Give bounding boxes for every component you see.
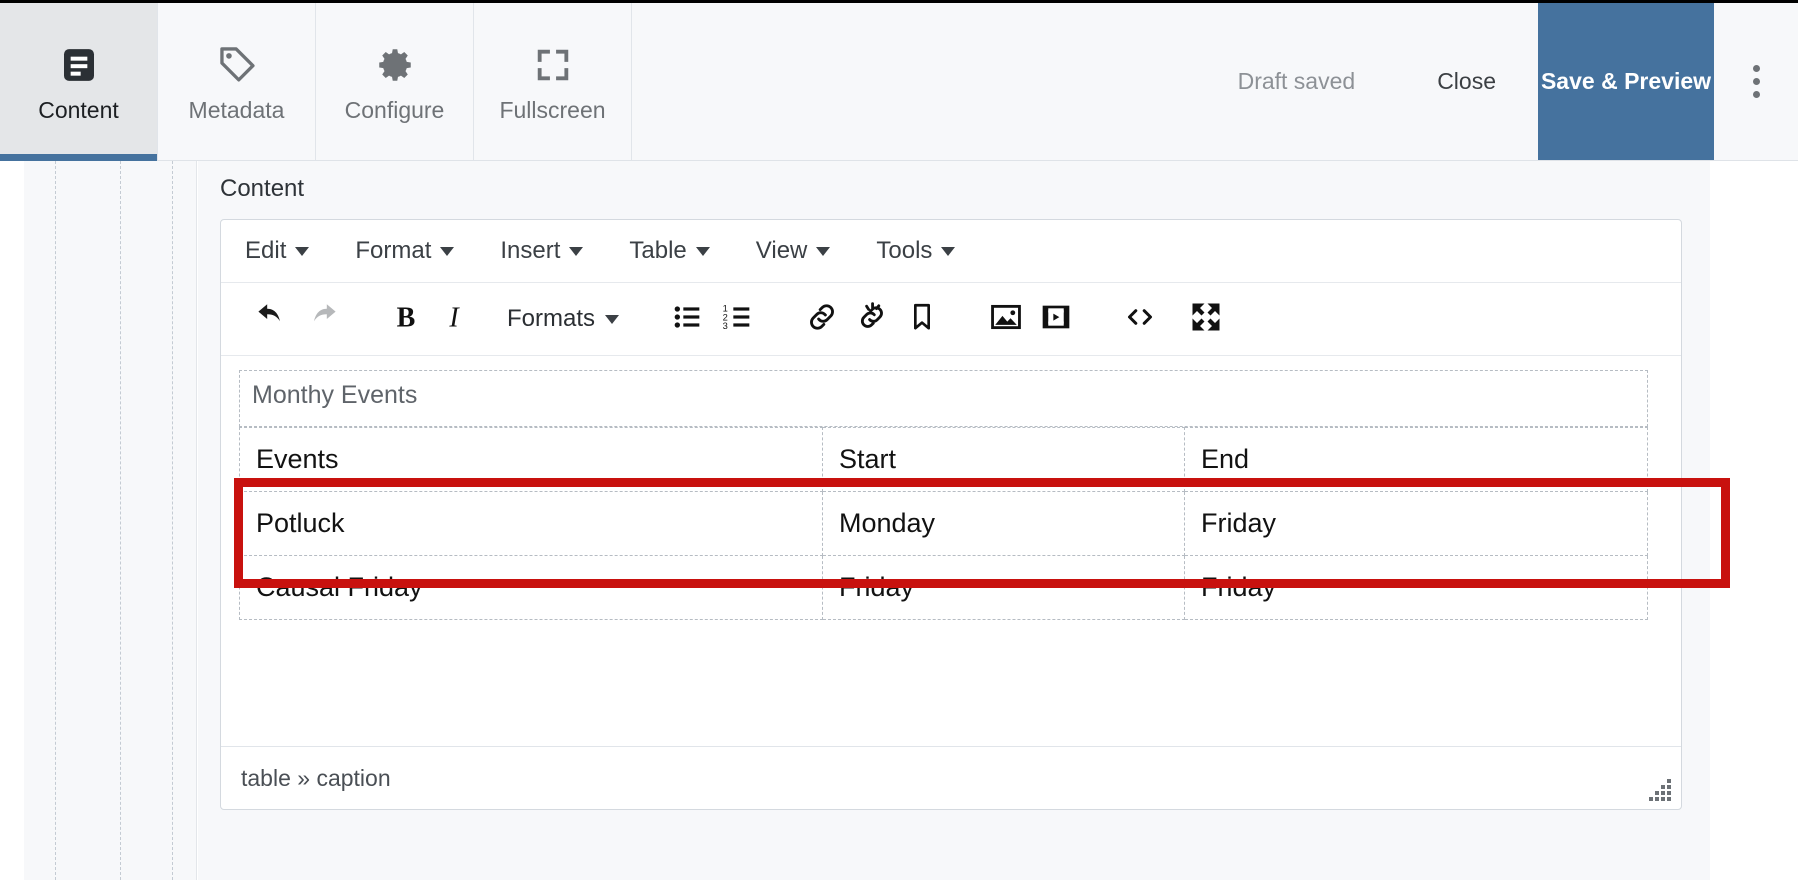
- tab-metadata[interactable]: Metadata: [158, 3, 316, 160]
- gear-icon: [374, 41, 416, 89]
- page-canvas: Content Edit Format Insert Table View To…: [0, 161, 1798, 880]
- insert-media-button[interactable]: [1031, 294, 1081, 344]
- menu-tools[interactable]: Tools: [876, 237, 956, 265]
- fullscreen-button[interactable]: [1181, 294, 1231, 344]
- table-cell[interactable]: Friday: [1184, 491, 1648, 556]
- redo-button[interactable]: [297, 294, 347, 344]
- events-table[interactable]: Monthy Events Events Start End Potluck M…: [239, 370, 1648, 620]
- bold-icon: B: [390, 301, 422, 338]
- anchor-icon: [906, 301, 938, 338]
- source-code-icon: [1122, 299, 1158, 340]
- menu-table-label: Table: [629, 237, 687, 264]
- element-path[interactable]: table » caption: [241, 765, 391, 792]
- chevron-down-icon: [941, 246, 956, 256]
- app-screen: Content Metadata Configure Fullscreen Dr…: [0, 0, 1798, 880]
- tab-metadata-label: Metadata: [188, 97, 285, 123]
- bold-button[interactable]: B: [381, 294, 431, 344]
- table-cell[interactable]: Friday: [822, 555, 1185, 620]
- header-spacer: [632, 3, 1238, 160]
- link-icon: [805, 300, 839, 339]
- chevron-down-icon: [695, 246, 710, 256]
- editor-menubar: Edit Format Insert Table View Tools: [221, 220, 1681, 283]
- table-row[interactable]: Causal Friday Friday Friday: [239, 555, 1648, 620]
- content-field-label: Content: [220, 175, 305, 202]
- menu-edit[interactable]: Edit: [245, 237, 310, 265]
- tab-content-label: Content: [38, 97, 119, 123]
- menu-format[interactable]: Format: [355, 237, 455, 265]
- editor-content-surface[interactable]: Monthy Events Events Start End Potluck M…: [221, 356, 1681, 746]
- chevron-down-icon: [569, 246, 584, 256]
- kebab-menu-icon: [1752, 62, 1760, 101]
- insert-image-button[interactable]: [981, 294, 1031, 344]
- content-region: Content Edit Format Insert Table View To…: [198, 161, 1710, 880]
- right-gutter: [1710, 161, 1798, 880]
- tab-configure-label: Configure: [344, 97, 445, 123]
- media-icon: [1040, 301, 1072, 338]
- chevron-down-icon: [295, 246, 310, 256]
- menu-view-label: View: [755, 237, 808, 264]
- svg-text:3: 3: [723, 321, 728, 331]
- table-cell[interactable]: End: [1184, 427, 1648, 492]
- table-cell[interactable]: Causal Friday: [239, 555, 823, 620]
- table-cell[interactable]: Potluck: [239, 491, 823, 556]
- undo-button[interactable]: [247, 294, 297, 344]
- numbered-list-icon: 1 2 3: [722, 301, 754, 338]
- svg-text:B: B: [397, 302, 416, 333]
- document-lines-icon: [59, 41, 99, 89]
- rich-text-editor: Edit Format Insert Table View Tools B I …: [220, 219, 1682, 810]
- layout-guide-line: [172, 161, 173, 880]
- formats-dropdown[interactable]: Formats: [497, 305, 629, 333]
- source-code-button[interactable]: [1115, 294, 1165, 344]
- table-cell[interactable]: Events: [239, 427, 823, 492]
- chevron-down-icon: [605, 314, 620, 324]
- menu-tools-label: Tools: [876, 237, 933, 264]
- menu-table[interactable]: Table: [629, 237, 710, 265]
- italic-button[interactable]: I: [431, 294, 481, 344]
- tab-fullscreen[interactable]: Fullscreen: [474, 3, 632, 160]
- image-icon: [989, 300, 1023, 339]
- anchor-button[interactable]: [897, 294, 947, 344]
- close-button[interactable]: Close: [1395, 3, 1538, 160]
- tag-icon: [216, 41, 258, 89]
- table-cell[interactable]: Friday: [1184, 555, 1648, 620]
- redo-icon: [305, 300, 339, 339]
- table-cell[interactable]: Start: [822, 427, 1185, 492]
- table-cell[interactable]: Monday: [822, 491, 1185, 556]
- layout-guide-line: [55, 161, 56, 880]
- save-and-preview-button[interactable]: Save & Preview: [1538, 3, 1714, 160]
- menu-insert-label: Insert: [500, 237, 561, 264]
- remove-link-button[interactable]: [847, 294, 897, 344]
- table-row[interactable]: Potluck Monday Friday: [239, 491, 1648, 556]
- fullscreen-icon: [1188, 299, 1224, 340]
- resize-grip-icon[interactable]: [1649, 779, 1671, 801]
- table-caption[interactable]: Monthy Events: [239, 370, 1648, 427]
- tab-content[interactable]: Content: [0, 3, 158, 161]
- layout-guide-line: [120, 161, 121, 880]
- bullet-list-button[interactable]: [663, 294, 713, 344]
- expand-corners-icon: [533, 41, 573, 89]
- top-header-bar: Content Metadata Configure Fullscreen Dr…: [0, 3, 1798, 161]
- formats-label: Formats: [507, 305, 596, 332]
- overflow-menu-button[interactable]: [1714, 3, 1798, 160]
- menu-format-label: Format: [355, 237, 432, 264]
- numbered-list-button[interactable]: 1 2 3: [713, 294, 763, 344]
- tab-configure[interactable]: Configure: [316, 3, 474, 160]
- editor-toolbar: B I Formats 1 2 3: [221, 283, 1681, 356]
- undo-icon: [255, 300, 289, 339]
- svg-text:I: I: [448, 302, 460, 333]
- chevron-down-icon: [816, 246, 831, 256]
- menu-insert[interactable]: Insert: [500, 237, 584, 265]
- draft-status: Draft saved: [1237, 68, 1356, 94]
- unlink-icon: [855, 300, 889, 339]
- chevron-down-icon: [440, 246, 455, 256]
- editor-statusbar: table » caption: [221, 746, 1681, 809]
- table-row[interactable]: Events Start End: [239, 427, 1648, 492]
- italic-icon: I: [440, 301, 472, 338]
- menu-edit-label: Edit: [245, 237, 287, 264]
- insert-link-button[interactable]: [797, 294, 847, 344]
- tab-fullscreen-label: Fullscreen: [499, 97, 606, 123]
- bullet-list-icon: [672, 301, 704, 338]
- menu-view[interactable]: View: [756, 237, 831, 265]
